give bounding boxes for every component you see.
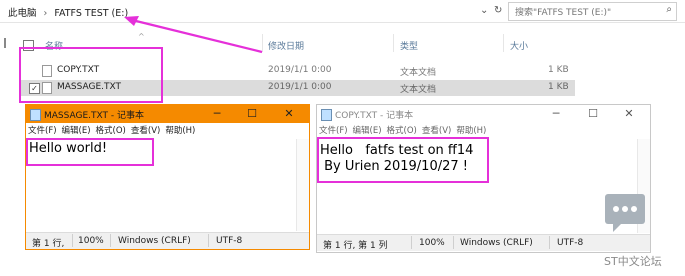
notepad-massage-title: MASSAGE.TXT - 记事本 (44, 111, 145, 121)
status-line-ending: Windows (CRLF) (460, 238, 533, 248)
status-zoom: 100% (78, 236, 104, 246)
breadcrumb-pc[interactable]: 此电脑 (8, 8, 37, 19)
vertical-scrollbar[interactable] (296, 139, 309, 231)
nav-pane-edge (4, 38, 6, 48)
status-divider (110, 234, 111, 247)
menu-help[interactable]: 帮助(H) (165, 126, 195, 136)
notepad-copy-statusbar: 第 1 行, 第 1 列 100% Windows (CRLF) UTF-8 (317, 234, 650, 251)
notepad-copy-menubar: 文件(F) 编辑(E) 格式(O) 查看(V) 帮助(H) (319, 124, 650, 136)
status-zoom: 100% (419, 238, 445, 248)
column-header-size[interactable]: 大小 (510, 39, 528, 52)
address-bar: 此电脑 › FATFS TEST (E:) ⌄ ↻ 搜索"FATFS TEST … (0, 0, 685, 23)
status-encoding: UTF-8 (216, 236, 243, 246)
search-placeholder: 搜索"FATFS TEST (E:)" (515, 8, 612, 18)
notepad-icon (321, 109, 332, 121)
column-divider (503, 34, 504, 52)
minimize-icon[interactable]: ─ (210, 107, 224, 120)
breadcrumb[interactable]: 此电脑 › FATFS TEST (E:) (8, 5, 128, 19)
status-divider (72, 234, 73, 247)
notepad-massage-statusbar: 第 1 行, 100% Windows (CRLF) UTF-8 (26, 232, 309, 249)
status-divider (453, 236, 454, 249)
file-size: 1 KB (548, 82, 569, 92)
menu-view[interactable]: 查看(V) (131, 126, 160, 136)
status-line-ending: Windows (CRLF) (118, 236, 191, 246)
close-icon[interactable]: ✕ (282, 107, 296, 120)
file-size: 1 KB (548, 65, 569, 75)
status-divider (549, 236, 550, 249)
breadcrumb-drive[interactable]: FATFS TEST (E:) (54, 8, 128, 19)
status-divider (208, 234, 209, 247)
menu-format[interactable]: 格式(O) (96, 126, 126, 136)
close-icon[interactable]: ✕ (622, 107, 636, 120)
notepad-copy-title: COPY.TXT - 记事本 (335, 111, 414, 121)
file-type: 文本文档 (400, 68, 437, 78)
notepad-copy-titlebar[interactable]: COPY.TXT - 记事本 ─ ☐ ✕ (317, 105, 650, 123)
chevron-down-icon[interactable]: ⌄ (480, 5, 488, 16)
file-modified: 2019/1/1 0:00 (268, 82, 332, 92)
menu-help[interactable]: 帮助(H) (456, 126, 486, 136)
column-header-type[interactable]: 类型 (400, 39, 418, 52)
notepad-massage-titlebar[interactable]: MASSAGE.TXT - 记事本 ─ ☐ ✕ (26, 105, 309, 123)
search-box[interactable]: 搜索"FATFS TEST (E:)" ⌕ (508, 2, 677, 21)
chat-bubble-icon (605, 194, 645, 232)
breadcrumb-separator: › (43, 8, 48, 19)
status-position: 第 1 行, 第 1 列 (323, 241, 388, 251)
menu-edit[interactable]: 编辑(E) (353, 126, 382, 136)
file-type: 文本文档 (400, 85, 437, 95)
highlight-box-copy (317, 137, 489, 183)
search-icon[interactable]: ⌕ (666, 4, 672, 15)
refresh-icon[interactable]: ↻ (494, 5, 502, 16)
maximize-icon[interactable]: ☐ (245, 107, 259, 120)
arrow-icon (124, 16, 263, 54)
notepad-massage-menubar: 文件(F) 编辑(E) 格式(O) 查看(V) 帮助(H) (28, 124, 309, 136)
watermark-text: ST中文论坛 (604, 255, 662, 268)
status-encoding: UTF-8 (557, 238, 584, 248)
column-header-modified[interactable]: 修改日期 (268, 39, 304, 52)
status-divider (411, 236, 412, 249)
notepad-icon (30, 109, 41, 121)
column-divider (393, 34, 394, 52)
minimize-icon[interactable]: ─ (549, 107, 563, 120)
status-position: 第 1 行, (32, 239, 65, 249)
menu-view[interactable]: 查看(V) (422, 126, 451, 136)
maximize-icon[interactable]: ☐ (586, 107, 600, 120)
notepad-massage-window: MASSAGE.TXT - 记事本 ─ ☐ ✕ 文件(F) 编辑(E) 格式(O) 查… (25, 104, 310, 250)
menu-file[interactable]: 文件(F) (28, 126, 57, 136)
menu-file[interactable]: 文件(F) (319, 126, 348, 136)
highlight-box-massage (26, 138, 154, 166)
file-modified: 2019/1/1 0:00 (268, 65, 332, 75)
menu-format[interactable]: 格式(O) (387, 126, 417, 136)
menu-edit[interactable]: 编辑(E) (62, 126, 91, 136)
